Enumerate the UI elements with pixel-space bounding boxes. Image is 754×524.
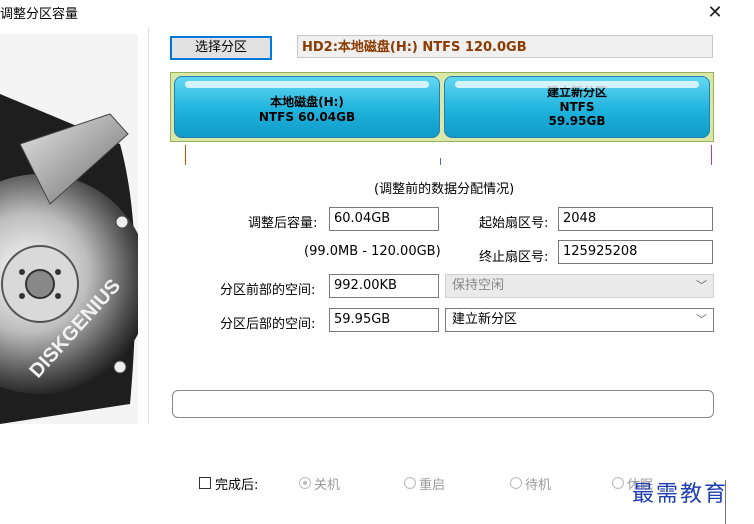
new-size-input[interactable]: 60.04GB — [329, 207, 439, 231]
progress-bar — [172, 390, 714, 418]
panel-divider — [148, 28, 149, 424]
radio-standby[interactable] — [510, 477, 522, 489]
window-title: 调整分区容量 — [0, 7, 79, 22]
partition-1-detail: NTFS 60.04GB — [258, 110, 356, 124]
radio-shutdown-label: 关机 — [314, 478, 341, 493]
size-range-hint: (99.0MB - 120.00GB) — [304, 244, 441, 259]
end-sector-input[interactable]: 125925208 — [558, 240, 713, 264]
after-space-input[interactable]: 59.95GB — [329, 308, 439, 332]
start-sector-input[interactable]: 2048 — [558, 207, 713, 231]
before-space-input[interactable]: 992.00KB — [329, 274, 439, 298]
chevron-down-icon: ﹀ — [696, 279, 707, 292]
before-space-option: 保持空闲 — [452, 278, 505, 293]
chevron-down-icon: ﹀ — [696, 313, 707, 326]
allocation-tick-mid — [440, 158, 441, 165]
before-space-dropdown[interactable]: 保持空闲 ﹀ — [445, 274, 714, 298]
radio-shutdown[interactable] — [299, 477, 311, 489]
partition-new[interactable]: 建立新分区 NTFS 59.95GB — [444, 76, 710, 138]
before-space-label: 分区前部的空间: — [220, 283, 316, 298]
radio-hibernate[interactable] — [612, 477, 624, 489]
allocation-tick-end — [711, 145, 712, 165]
allocation-tick-start — [185, 145, 186, 165]
diskgenius-illustration: DISKGENIUS — [0, 34, 138, 424]
after-completion-checkbox[interactable] — [199, 477, 211, 489]
partition-1-name: 本地磁盘(H:) — [270, 95, 344, 109]
radio-restart[interactable] — [404, 477, 416, 489]
disk-info-label: HD2:本地磁盘(H:) NTFS 120.0GB — [297, 35, 713, 58]
after-space-option: 建立新分区 — [452, 312, 518, 327]
after-completion-label: 完成后: — [215, 478, 259, 493]
allocation-caption: (调整前的数据分配情况) — [374, 182, 515, 197]
after-space-dropdown[interactable]: 建立新分区 ﹀ — [445, 308, 714, 332]
radio-standby-label: 待机 — [525, 478, 552, 493]
end-sector-label: 终止扇区号: — [479, 250, 549, 265]
title-bar — [0, 0, 754, 28]
partition-2-fs: NTFS — [559, 100, 595, 114]
partition-local-disk-h[interactable]: 本地磁盘(H:) NTFS 60.04GB — [174, 76, 440, 138]
start-sector-label: 起始扇区号: — [479, 216, 549, 231]
watermark-text: 最需教育 — [632, 482, 729, 507]
partition-2-size: 59.95GB — [548, 114, 606, 128]
select-partition-button[interactable]: 选择分区 — [170, 36, 272, 60]
new-size-label: 调整后容量: — [248, 216, 318, 231]
hard-disk-image: DISKGENIUS — [0, 34, 138, 424]
radio-restart-label: 重启 — [419, 478, 446, 493]
close-button[interactable]: ✕ — [700, 0, 730, 26]
after-space-label: 分区后部的空间: — [220, 317, 316, 332]
